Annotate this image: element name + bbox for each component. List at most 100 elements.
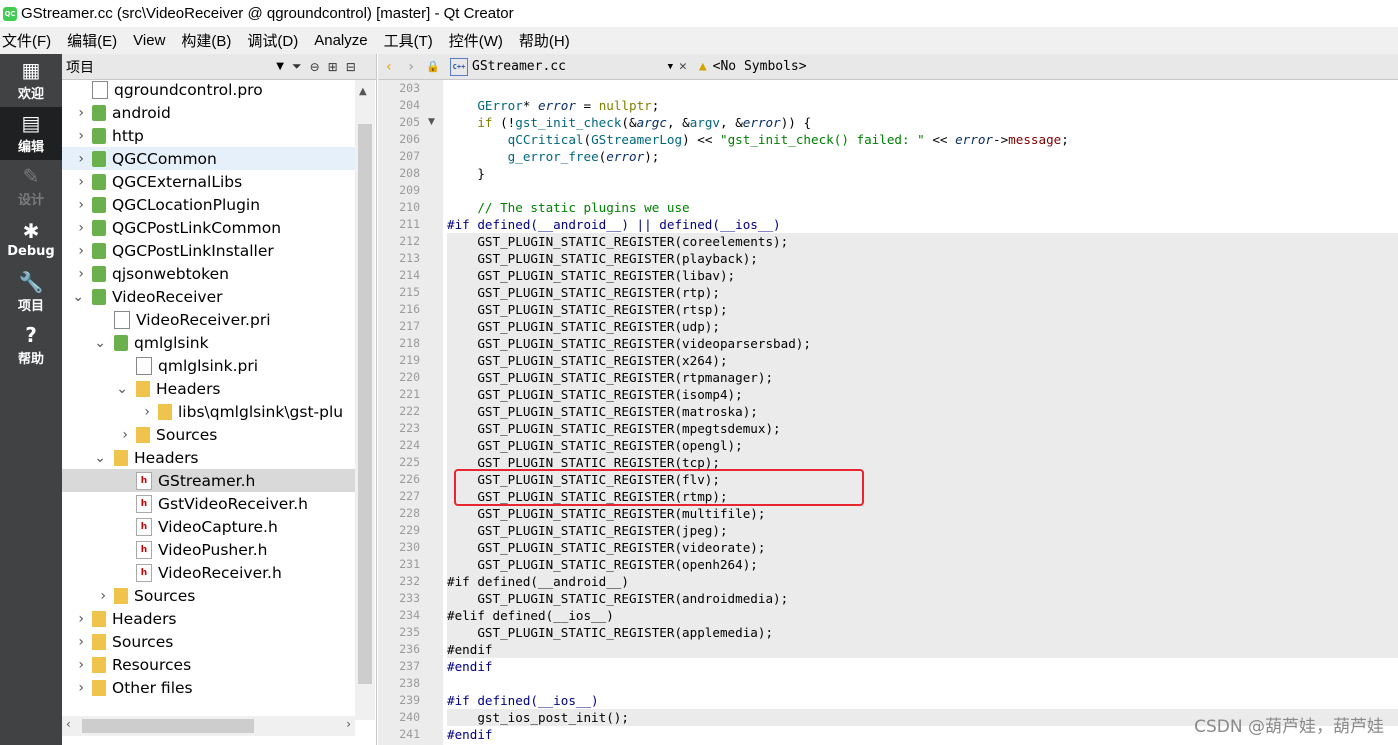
collapse-arrow-icon[interactable]: › [62,427,132,443]
code-editor: ‹ › 🔒 C++ GStreamer.cc ▼ ✕ ▲ <No Symbols… [378,54,1398,745]
collapse-arrow-icon[interactable]: › [62,588,110,604]
scroll-right-icon[interactable]: › [346,717,351,731]
menu-item[interactable]: 编辑(E) [67,30,125,51]
project-view-combo[interactable]: 项目 ▼ [66,57,284,77]
link-icon[interactable]: ⊖ [310,60,320,74]
collapse-arrow-icon[interactable]: › [62,174,88,190]
code-text-area[interactable]: GError* error = nullptr; if (!gst_init_c… [443,80,1398,745]
tree-item[interactable]: › http [62,124,355,147]
tree-item[interactable]: › QGCLocationPlugin [62,193,355,216]
code-line: g_error_free(error); [507,149,660,164]
tree-item[interactable]: ⌄ VideoReceiver [62,285,355,308]
tree-item-label: GstVideoReceiver.h [158,494,308,513]
line-number: 238 [399,676,420,690]
bug-icon: ✱ [22,219,40,243]
mode-welcome[interactable]: ▦ 欢迎 [0,54,62,107]
tree-item[interactable]: › Sources [62,584,355,607]
folder-icon [158,403,172,420]
close-file-icon[interactable]: ✕ [679,59,687,74]
pen-icon: ✎ [22,164,40,188]
scroll-up-icon[interactable]: ▲ [359,86,367,97]
collapse-arrow-icon[interactable]: › [62,243,88,259]
tree-vertical-scrollbar[interactable]: ▲ [355,80,375,720]
collapse-arrow-icon[interactable]: › [62,128,88,144]
tree-horizontal-scrollbar[interactable]: ‹ › [62,716,355,736]
split-icon[interactable]: ⊞ [328,60,338,74]
tree-item[interactable]: ⌄ qmlglsink [62,331,355,354]
filter-icon[interactable]: ⏷ [292,59,302,74]
menu-item[interactable]: 控件(W) [449,30,511,51]
line-number: 211 [399,217,420,231]
menu-item[interactable]: Analyze [314,32,375,49]
tree-item[interactable]: qmlglsink.pri [62,354,355,377]
expand-arrow-icon[interactable]: ⌄ [62,381,132,397]
tree-item[interactable]: › QGCCommon [62,147,355,170]
tree-item[interactable]: ⌄ Headers [62,446,355,469]
collapse-arrow-icon[interactable]: › [62,220,88,236]
menu-item[interactable]: 帮助(H) [519,30,578,51]
close-pane-icon[interactable]: ⊟ [346,60,356,74]
tree-item[interactable]: › Resources [62,653,355,676]
tree-item[interactable]: › Sources [62,630,355,653]
tree-item[interactable]: qgroundcontrol.pro [62,80,355,101]
collapse-arrow-icon[interactable]: › [62,634,88,650]
menu-item[interactable]: 文件(F) [0,30,59,51]
forward-arrow-icon[interactable]: › [400,59,422,75]
tree-item[interactable]: › Other files [62,676,355,699]
line-number: 223 [399,421,420,435]
code-line: #if defined(__android__) [447,573,1398,590]
mode-design[interactable]: ✎ 设计 [0,160,62,213]
editor-toolbar: ‹ › 🔒 C++ GStreamer.cc ▼ ✕ ▲ <No Symbols… [378,54,1398,80]
line-number: 220 [399,370,420,384]
expand-arrow-icon[interactable]: ⌄ [62,289,88,305]
tree-item[interactable]: › libs\qmlglsink\gst-plu [62,400,355,423]
tree-horizontal-scroll-thumb[interactable] [82,719,254,733]
collapse-arrow-icon[interactable]: › [62,680,88,696]
tree-item-label: Sources [112,632,174,651]
project-icon [92,104,106,121]
tree-item-label: http [112,126,144,145]
tree-item[interactable]: › QGCExternalLibs [62,170,355,193]
tree-item[interactable]: h GStreamer.h [62,469,355,492]
collapse-arrow-icon[interactable]: › [62,657,88,673]
project-view-label: 项目 [66,59,94,76]
collapse-arrow-icon[interactable]: › [62,611,88,627]
expand-arrow-icon[interactable]: ⌄ [62,450,110,466]
menu-item[interactable]: 调试(D) [247,30,306,51]
collapse-arrow-icon[interactable]: › [62,197,88,213]
tree-item[interactable]: h VideoCapture.h [62,515,355,538]
tree-item[interactable]: ⌄ Headers [62,377,355,400]
tree-item[interactable]: h GstVideoReceiver.h [62,492,355,515]
menu-item[interactable]: 工具(T) [384,30,441,51]
tree-item[interactable]: › android [62,101,355,124]
line-number: 232 [399,574,420,588]
tree-item[interactable]: › qjsonwebtoken [62,262,355,285]
header-file-icon: h [136,471,152,490]
expand-arrow-icon[interactable]: ⌄ [62,335,110,351]
code-line: qCCritical(GStreamerLog) << "gst_init_ch… [507,132,1069,147]
open-file-combo[interactable]: C++ GStreamer.cc ▼ [444,57,679,76]
tree-item-label: Headers [112,609,177,628]
tree-item[interactable]: › QGCPostLinkInstaller [62,239,355,262]
back-arrow-icon[interactable]: ‹ [378,59,400,75]
fold-marker-icon[interactable]: ▼ [428,117,435,127]
tree-item[interactable]: › Sources [62,423,355,446]
tree-item[interactable]: › QGCPostLinkCommon [62,216,355,239]
mode-projects[interactable]: 🔧 项目 [0,266,62,319]
menu-item[interactable]: View [133,32,173,49]
tree-item[interactable]: h VideoReceiver.h [62,561,355,584]
scroll-left-icon[interactable]: ‹ [66,717,71,731]
tree-item[interactable]: h VideoPusher.h [62,538,355,561]
mode-edit[interactable]: ▤ 编辑 [0,107,62,160]
symbols-combo[interactable]: ▲ <No Symbols> [691,59,807,74]
collapse-arrow-icon[interactable]: › [62,404,154,420]
tree-vertical-scroll-thumb[interactable] [358,124,372,684]
mode-debug[interactable]: ✱ Debug [0,213,62,266]
collapse-arrow-icon[interactable]: › [62,266,88,282]
collapse-arrow-icon[interactable]: › [62,105,88,121]
tree-item[interactable]: › Headers [62,607,355,630]
tree-item[interactable]: VideoReceiver.pri [62,308,355,331]
mode-help[interactable]: ? 帮助 [0,319,62,372]
menu-item[interactable]: 构建(B) [181,30,239,51]
collapse-arrow-icon[interactable]: › [62,151,88,167]
